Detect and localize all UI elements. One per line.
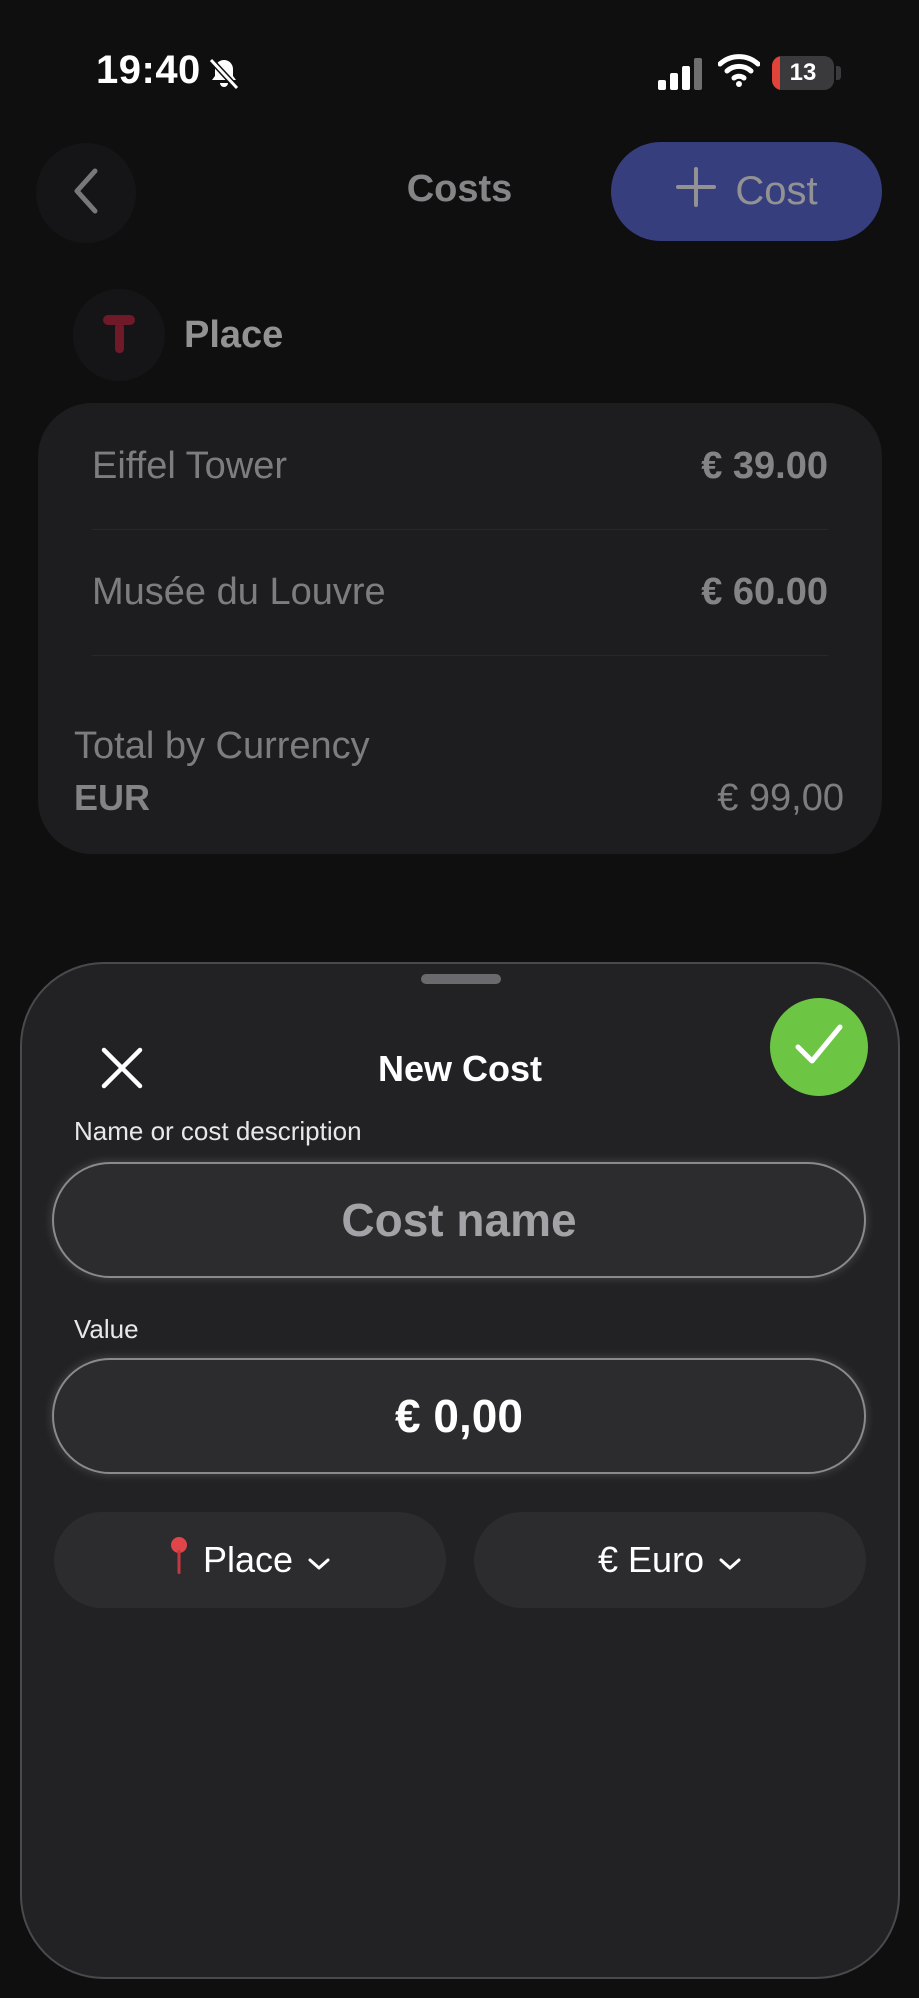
- cost-list-card: Eiffel Tower € 39.00 Musée du Louvre € 6…: [38, 403, 882, 854]
- category-picker-label: Place: [202, 1539, 294, 1580]
- bell-slash-icon: [206, 56, 242, 97]
- add-cost-button[interactable]: Cost: [611, 142, 882, 241]
- value-field-label: Value: [74, 1314, 139, 1344]
- status-time: 19:40: [96, 48, 201, 92]
- currency-picker-label: € Euro: [597, 1539, 705, 1580]
- cost-name-input[interactable]: [54, 1192, 864, 1248]
- battery-tip: [836, 66, 841, 80]
- wifi-icon: [717, 52, 761, 93]
- value-input[interactable]: € 0,00: [395, 1389, 523, 1443]
- name-field-label: Name or cost description: [74, 1116, 362, 1146]
- pin-icon: [99, 309, 139, 362]
- cost-name: Eiffel Tower: [92, 444, 288, 487]
- cost-amount: € 60.00: [701, 570, 828, 613]
- checkmark-icon: [794, 1023, 844, 1072]
- sheet-grabber[interactable]: [421, 974, 501, 984]
- category-picker[interactable]: Place: [54, 1512, 446, 1608]
- chevron-down-icon: [307, 1539, 331, 1581]
- battery-percentage: 13: [789, 59, 817, 86]
- sheet-title: New Cost: [377, 1048, 543, 1089]
- pin-icon: [169, 1536, 189, 1585]
- total-label: Total by Currency: [74, 725, 370, 767]
- cost-amount: € 39.00: [701, 444, 828, 487]
- currency-picker[interactable]: € Euro: [474, 1512, 866, 1608]
- chevron-down-icon: [718, 1539, 742, 1581]
- category-icon-badge: [73, 289, 165, 381]
- confirm-button[interactable]: [770, 998, 868, 1096]
- cost-name: Musée du Louvre: [92, 570, 386, 613]
- category-label: Place: [184, 314, 284, 356]
- value-field[interactable]: € 0,00: [52, 1358, 866, 1474]
- total-amount: € 99,00: [717, 777, 844, 819]
- cost-row[interactable]: Musée du Louvre € 60.00: [92, 529, 828, 656]
- new-cost-sheet: New Cost Name or cost description Value …: [20, 962, 900, 1979]
- battery-indicator: 13: [772, 56, 834, 90]
- cellular-signal-icon: [658, 58, 702, 95]
- add-cost-label: Cost: [735, 169, 818, 213]
- cost-row[interactable]: Eiffel Tower € 39.00: [92, 403, 828, 530]
- plus-icon: [675, 166, 717, 218]
- cost-name-field[interactable]: [52, 1162, 866, 1278]
- total-currency: EUR: [74, 777, 151, 818]
